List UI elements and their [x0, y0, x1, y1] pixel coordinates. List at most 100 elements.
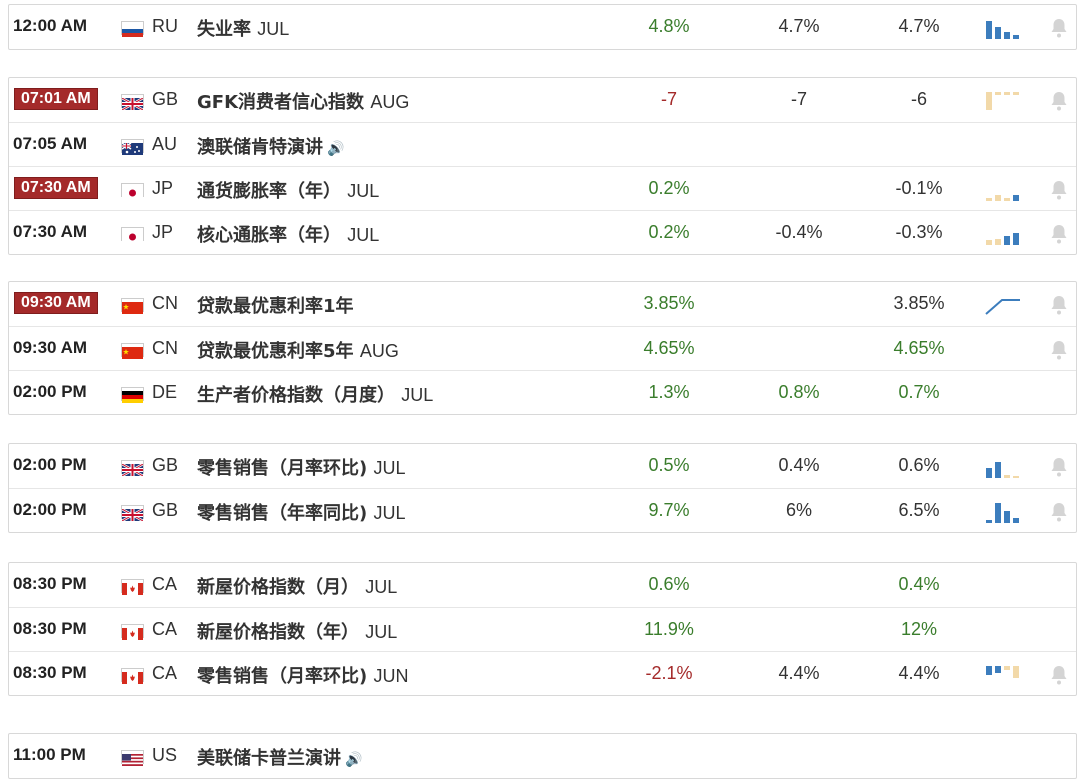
event-period: JUL	[373, 503, 406, 523]
event-name[interactable]: 美联储卡普兰演讲 🔊	[197, 744, 362, 770]
history-sparkline[interactable]	[984, 664, 1028, 686]
event-time: 09:30 AM	[13, 338, 88, 357]
event-row[interactable]: 08:30 PM CA 新屋价格指数（年） JUL 11.9% 12%	[9, 607, 1076, 651]
event-name[interactable]: 贷款最优惠利率5年 AUG	[197, 337, 399, 363]
actual-value: 0.6%	[648, 574, 690, 594]
country-code: DE	[152, 382, 178, 402]
bell-icon[interactable]	[1049, 294, 1069, 316]
history-sparkline[interactable]	[984, 456, 1028, 478]
flag-ca-icon	[121, 579, 144, 595]
history-sparkline[interactable]	[984, 501, 1028, 523]
previous-value: -0.3%	[895, 222, 943, 242]
event-name[interactable]: 通货膨胀率（年） JUL	[197, 177, 379, 203]
event-name[interactable]: 零售销售（月率环比) JUN	[197, 662, 409, 688]
event-row[interactable]: 02:00 PM GB 零售销售（月率环比) JUL 0.5% 0.4% 0.6%	[9, 444, 1076, 488]
history-sparkline[interactable]	[984, 90, 1028, 112]
bell-icon[interactable]	[1049, 456, 1069, 478]
event-name[interactable]: 新屋价格指数（年） JUL	[197, 618, 397, 644]
event-name[interactable]: 生产者价格指数（月度） JUL	[197, 381, 433, 407]
country-code: GB	[152, 455, 179, 475]
event-row[interactable]: 08:30 PM CA 零售销售（月率环比) JUN -2.1% 4.4% 4.4%	[9, 651, 1076, 695]
event-title: 新屋价格指数（月）	[197, 577, 359, 598]
forecast-value: 0.8%	[778, 382, 820, 402]
actual-value: 4.8%	[648, 16, 690, 36]
event-time: 08:30 PM	[13, 574, 87, 593]
flag-jp-icon	[121, 183, 144, 199]
event-time: 09:30 AM	[14, 292, 98, 314]
country-code: JP	[152, 222, 174, 242]
bell-icon[interactable]	[1049, 339, 1069, 361]
history-sparkline[interactable]	[984, 294, 1028, 316]
actual-value: 0.2%	[648, 222, 690, 242]
forecast-value: 6%	[785, 500, 812, 520]
previous-value: -0.1%	[895, 178, 943, 198]
event-row[interactable]: 12:00 AM RU 失业率 JUL 4.8% 4.7% 4.7%	[9, 5, 1076, 49]
history-sparkline[interactable]	[984, 223, 1028, 245]
actual-value: -7	[660, 89, 677, 109]
event-title: 美联储卡普兰演讲	[197, 748, 341, 769]
event-name[interactable]: 失业率 JUL	[197, 15, 289, 41]
forecast-value: -0.4%	[775, 222, 823, 242]
bell-icon[interactable]	[1049, 501, 1069, 523]
previous-value: 6.5%	[898, 500, 940, 520]
event-row[interactable]: 07:05 AM AU 澳联储肯特演讲 🔊	[9, 122, 1076, 166]
bell-icon[interactable]	[1049, 223, 1069, 245]
event-row[interactable]: 09:30 AM CN 贷款最优惠利率5年 AUG 4.65% 4.65%	[9, 326, 1076, 370]
event-name[interactable]: 核心通胀率（年） JUL	[197, 221, 379, 247]
event-row[interactable]: 07:01 AM GB GFK消费者信心指数 AUG -7 -7 -6	[9, 78, 1076, 122]
flag-ru-icon	[121, 21, 144, 37]
event-time: 12:00 AM	[13, 16, 88, 35]
event-row[interactable]: 09:30 AM CN 贷款最优惠利率1年 3.85% 3.85%	[9, 282, 1076, 326]
country-code: CA	[152, 619, 178, 639]
event-title: 澳联储肯特演讲	[197, 137, 323, 158]
event-name[interactable]: 澳联储肯特演讲 🔊	[197, 133, 344, 159]
event-period: JUL	[373, 458, 406, 478]
event-title: 通货膨胀率（年）	[197, 181, 341, 202]
event-time: 07:30 AM	[14, 177, 98, 199]
event-name[interactable]: 零售销售（月率环比) JUL	[197, 454, 406, 480]
event-group: 07:01 AM GB GFK消费者信心指数 AUG -7 -7 -6 07:05 AM AU…	[8, 77, 1077, 255]
flag-ca-icon	[121, 624, 144, 640]
previous-value: 3.85%	[893, 293, 945, 313]
actual-value: 3.85%	[643, 293, 695, 313]
bell-icon[interactable]	[1049, 17, 1069, 39]
bell-icon[interactable]	[1049, 179, 1069, 201]
event-name[interactable]: 零售销售（年率同比) JUL	[197, 499, 406, 525]
previous-value: 4.4%	[898, 663, 940, 683]
event-group: 11:00 PM US 美联储卡普兰演讲 🔊	[8, 733, 1077, 779]
history-sparkline[interactable]	[984, 17, 1028, 39]
previous-value: 4.65%	[893, 338, 945, 358]
flag-gb-icon	[121, 505, 144, 523]
event-period: JUL	[347, 181, 380, 201]
event-time: 08:30 PM	[13, 619, 87, 638]
previous-value: 0.4%	[898, 574, 940, 594]
flag-au-icon	[121, 139, 144, 155]
history-sparkline[interactable]	[984, 179, 1028, 201]
actual-value: -2.1%	[645, 663, 693, 683]
event-title: 零售销售（月率环比)	[197, 666, 368, 687]
event-row[interactable]: 07:30 AM JP 核心通胀率（年） JUL 0.2% -0.4% -0.3%	[9, 210, 1076, 254]
country-code: AU	[152, 134, 178, 154]
event-name[interactable]: 贷款最优惠利率1年	[197, 292, 354, 318]
bell-icon[interactable]	[1049, 90, 1069, 112]
event-row[interactable]: 11:00 PM US 美联储卡普兰演讲 🔊	[9, 734, 1076, 778]
event-time: 02:00 PM	[13, 382, 87, 401]
event-period: JUN	[373, 666, 409, 686]
previous-value: 0.7%	[898, 382, 940, 402]
country-code: CA	[152, 663, 178, 683]
event-name[interactable]: 新屋价格指数（月） JUL	[197, 573, 397, 599]
forecast-value: 4.4%	[778, 663, 820, 683]
event-title: GFK消费者信心指数	[197, 92, 365, 113]
event-time: 07:05 AM	[13, 134, 88, 153]
event-row[interactable]: 08:30 PM CA 新屋价格指数（月） JUL 0.6% 0.4%	[9, 563, 1076, 607]
event-row[interactable]: 02:00 PM GB 零售销售（年率同比) JUL 9.7% 6% 6.5%	[9, 488, 1076, 532]
event-row[interactable]: 07:30 AM JP 通货膨胀率（年） JUL 0.2% -0.1%	[9, 166, 1076, 210]
bell-icon[interactable]	[1049, 664, 1069, 686]
event-title: 贷款最优惠利率5年	[197, 341, 354, 362]
actual-value: 11.9%	[644, 619, 694, 639]
flag-gb-icon	[121, 460, 144, 478]
event-period: JUL	[347, 225, 380, 245]
event-name[interactable]: GFK消费者信心指数 AUG	[197, 88, 409, 114]
event-row[interactable]: 02:00 PM DE 生产者价格指数（月度） JUL 1.3% 0.8% 0.7%	[9, 370, 1076, 414]
event-title: 零售销售（年率同比)	[197, 503, 368, 524]
